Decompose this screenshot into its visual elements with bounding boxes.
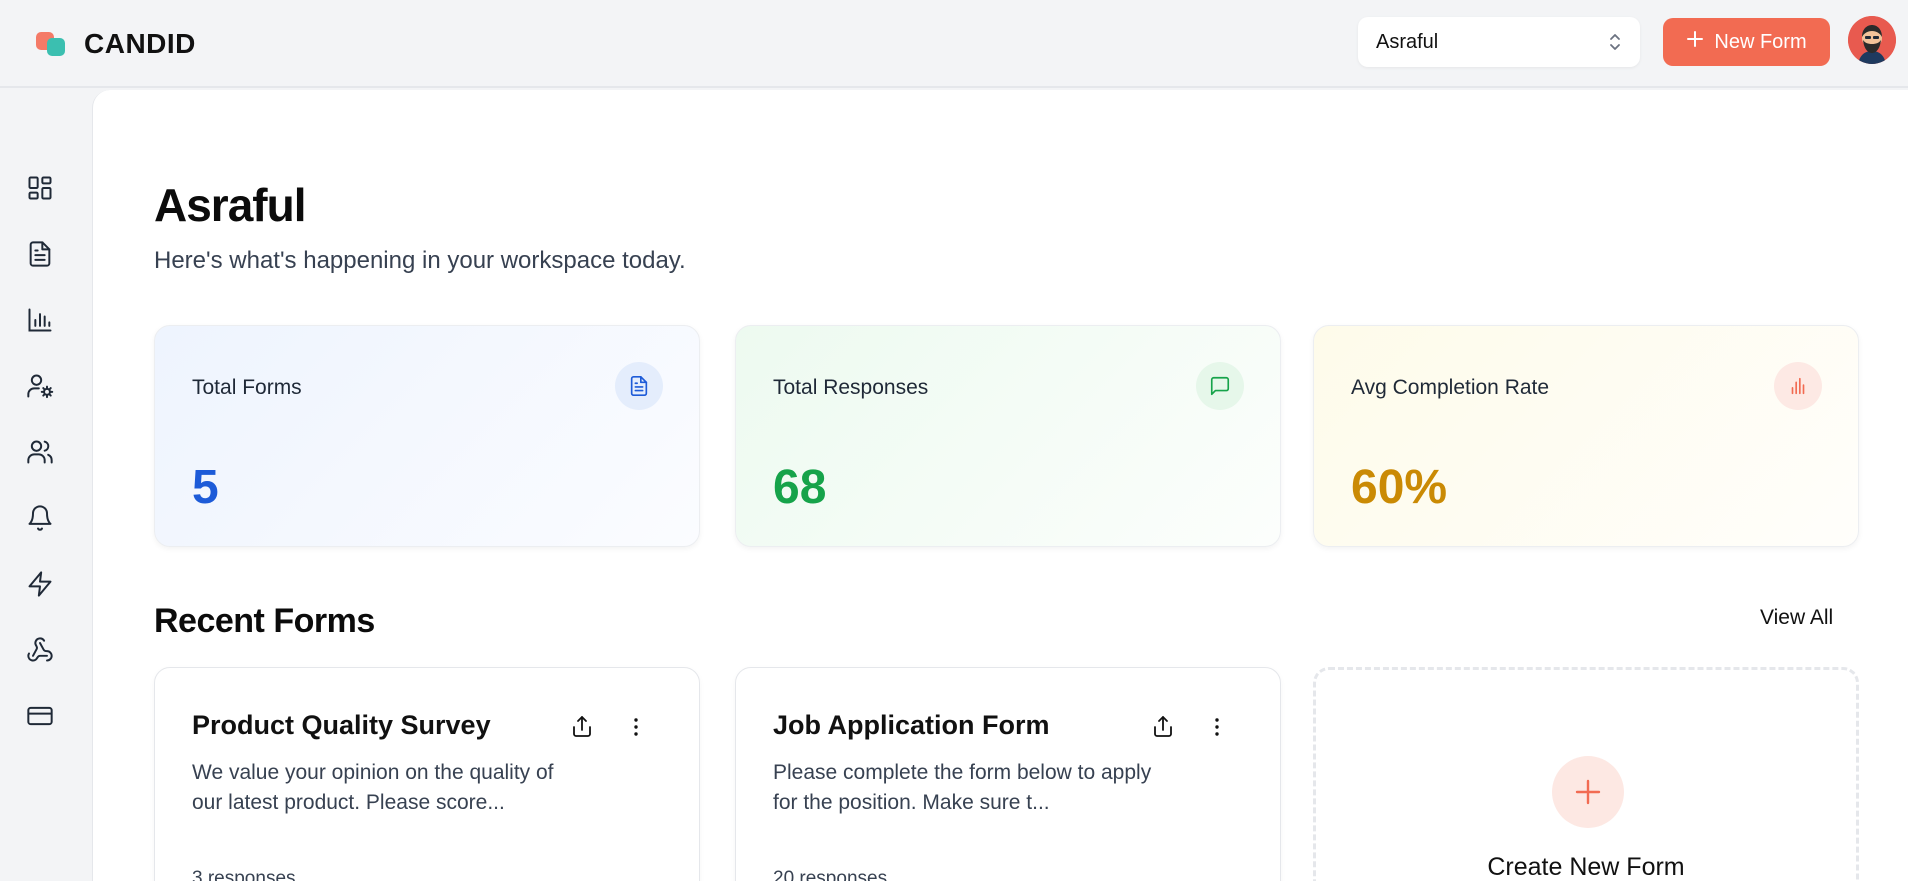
logo-mark-icon [34, 30, 68, 58]
create-new-form-label: Create New Form [1487, 853, 1685, 881]
form-card[interactable]: Job Application Form Please complete the… [735, 667, 1281, 881]
new-form-label: New Form [1714, 30, 1807, 53]
create-new-form-card[interactable]: Create New Form [1313, 667, 1859, 881]
share-icon[interactable] [567, 712, 597, 742]
page-title: Asraful [154, 179, 306, 231]
stat-label: Avg Completion Rate [1351, 376, 1550, 399]
top-header: CANDID Asraful New Form [0, 0, 1908, 88]
recent-forms-title: Recent Forms [154, 602, 375, 640]
credit-card-icon [26, 702, 54, 735]
stat-card-total-responses: Total Responses 68 [735, 325, 1281, 547]
workspace-select[interactable]: Asraful [1358, 17, 1640, 67]
form-title: Product Quality Survey [192, 710, 491, 740]
bar-chart-icon [26, 306, 54, 339]
form-description: Please complete the form below to apply … [773, 761, 1152, 814]
sidebar-item-billing[interactable] [24, 702, 56, 734]
message-square-icon [1196, 362, 1244, 410]
file-text-icon [26, 240, 54, 273]
app-logo[interactable]: CANDID [34, 28, 196, 60]
plus-icon [1686, 30, 1704, 54]
user-cog-icon [26, 372, 54, 405]
chevron-up-down-icon [1608, 31, 1622, 59]
main-content: Asraful Here's what's happening in your … [92, 90, 1908, 881]
bell-icon [26, 504, 54, 537]
file-text-icon [615, 362, 663, 410]
new-form-button[interactable]: New Form [1663, 18, 1830, 66]
users-icon [26, 438, 54, 471]
bar-chart-icon [1774, 362, 1822, 410]
share-icon[interactable] [1148, 712, 1178, 742]
sidebar-item-notifications[interactable] [24, 504, 56, 536]
form-description: We value your opinion on the quality of … [192, 761, 554, 814]
page-subtitle: Here's what's happening in your workspac… [154, 247, 686, 274]
stat-card-avg-completion: Avg Completion Rate 60% [1313, 325, 1859, 547]
sidebar-item-forms[interactable] [24, 240, 56, 272]
sidebar-nav [0, 90, 92, 881]
sidebar-item-webhooks[interactable] [24, 636, 56, 668]
sidebar-item-user-settings[interactable] [24, 372, 56, 404]
form-title: Job Application Form [773, 710, 1050, 740]
more-vertical-icon[interactable] [1202, 712, 1232, 742]
stat-card-total-forms: Total Forms 5 [154, 325, 700, 547]
stat-value: 68 [773, 461, 827, 514]
sidebar-item-team[interactable] [24, 438, 56, 470]
webhook-icon [26, 636, 54, 669]
workspace-select-value: Asraful [1376, 30, 1439, 53]
stat-value: 60% [1351, 461, 1448, 514]
form-responses: 3 responses [192, 868, 296, 881]
sidebar-item-analytics[interactable] [24, 306, 56, 338]
more-vertical-icon[interactable] [621, 712, 651, 742]
zap-icon [26, 570, 54, 603]
form-responses: 20 responses [773, 868, 888, 881]
user-avatar[interactable] [1848, 16, 1896, 64]
stat-value: 5 [192, 461, 219, 514]
view-all-link[interactable]: View All [1760, 606, 1833, 630]
app-name: CANDID [84, 28, 196, 59]
form-card[interactable]: Product Quality Survey We value your opi… [154, 667, 700, 881]
sidebar-item-dashboard[interactable] [24, 174, 56, 206]
layout-grid-icon [26, 174, 54, 207]
sidebar-item-integrations[interactable] [24, 570, 56, 602]
plus-icon [1552, 756, 1624, 828]
stat-label: Total Responses [773, 376, 929, 399]
stat-label: Total Forms [192, 376, 302, 399]
